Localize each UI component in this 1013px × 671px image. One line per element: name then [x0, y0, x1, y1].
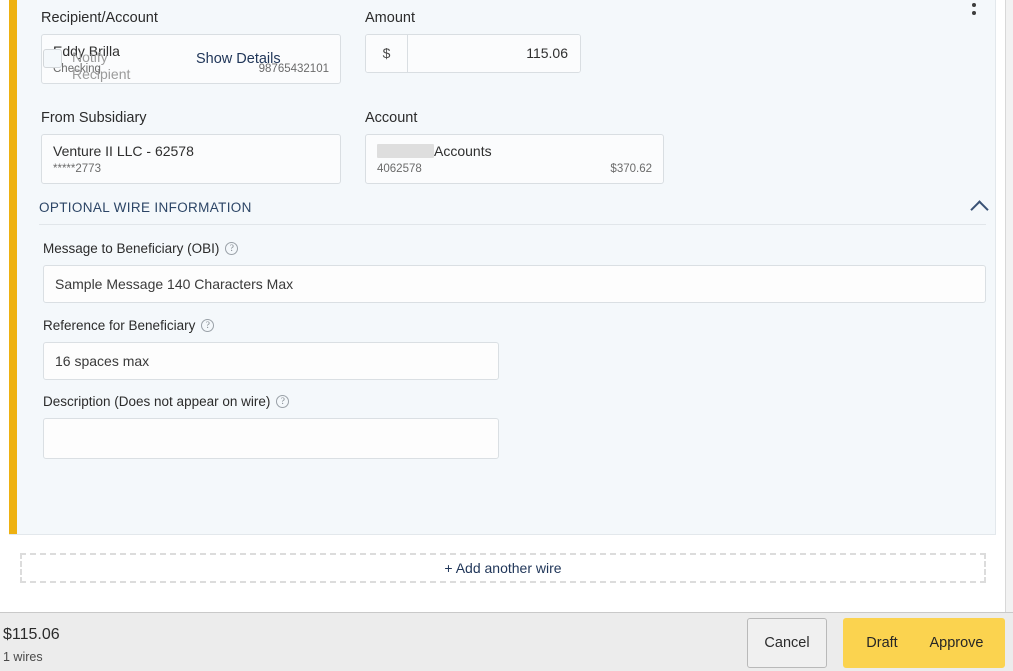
chevron-up-icon[interactable]	[970, 200, 989, 219]
account-field-group: Account Accounts 4062578 $370.62	[365, 110, 664, 184]
notify-recipient-label: Notify Recipient	[72, 49, 142, 83]
amount-input-group[interactable]: $ 115.06	[365, 33, 581, 73]
account-name: Accounts	[377, 142, 652, 161]
notify-label-line1: Notify	[72, 49, 108, 65]
show-details-link[interactable]: Show Details	[196, 51, 281, 67]
optional-wire-information-header[interactable]: OPTIONAL WIRE INFORMATION	[39, 199, 989, 219]
account-label: Account	[365, 110, 418, 126]
amount-label: Amount	[365, 10, 415, 26]
amount-field-group: Amount $ 115.06	[365, 10, 581, 73]
description-group: Description (Does not appear on wire) ?	[43, 394, 499, 459]
notify-label-line2: Recipient	[72, 66, 131, 83]
account-select[interactable]: Accounts 4062578 $370.62	[365, 133, 664, 184]
notify-recipient-group[interactable]: Notify Recipient	[43, 49, 142, 83]
reference-for-beneficiary-label-text: Reference for Beneficiary	[43, 318, 196, 333]
message-to-beneficiary-group: Message to Beneficiary (OBI) ? Sample Me…	[43, 241, 986, 303]
message-to-beneficiary-input[interactable]: Sample Message 140 Characters Max	[43, 265, 986, 303]
page-panel: Recipient/Account Eddy Brilla Checking 9…	[0, 0, 1006, 612]
wire-transfer-screen: Recipient/Account Eddy Brilla Checking 9…	[0, 0, 1013, 671]
from-subsidiary-field-group: From Subsidiary Venture II LLC - 62578 *…	[41, 110, 341, 184]
wire-entry-card: Recipient/Account Eddy Brilla Checking 9…	[9, 0, 996, 535]
recipient-label: Recipient/Account	[41, 10, 158, 26]
from-subsidiary-label: From Subsidiary	[41, 110, 147, 126]
reference-for-beneficiary-label: Reference for Beneficiary ?	[43, 318, 499, 333]
kebab-dot-3	[972, 11, 976, 15]
help-icon[interactable]: ?	[225, 242, 239, 255]
optional-wire-information-title: OPTIONAL WIRE INFORMATION	[39, 200, 252, 215]
notify-recipient-checkbox[interactable]	[43, 49, 62, 68]
account-name-suffix: Accounts	[434, 142, 492, 159]
account-balance: $370.62	[610, 162, 652, 175]
status-accent-bar	[9, 0, 17, 534]
from-subsidiary-name: Venture II LLC - 62578	[53, 142, 194, 159]
help-icon[interactable]: ?	[276, 395, 290, 408]
wire-card-content: Recipient/Account Eddy Brilla Checking 9…	[17, 0, 995, 534]
kebab-menu-icon[interactable]	[972, 0, 976, 15]
description-label-text: Description (Does not appear on wire)	[43, 394, 271, 409]
message-to-beneficiary-label: Message to Beneficiary (OBI) ?	[43, 241, 986, 256]
approve-button[interactable]: Approve	[908, 618, 1005, 668]
currency-symbol: $	[366, 34, 408, 72]
section-divider	[39, 224, 986, 225]
description-input[interactable]	[43, 418, 499, 459]
redaction-block	[377, 143, 434, 158]
kebab-dot-2	[972, 3, 976, 7]
account-number: 4062578	[377, 162, 422, 175]
reference-for-beneficiary-input[interactable]: 16 spaces max	[43, 342, 499, 380]
from-subsidiary-subline: *****2773	[53, 162, 329, 177]
cancel-button[interactable]: Cancel	[747, 618, 827, 668]
description-label: Description (Does not appear on wire) ?	[43, 394, 499, 409]
message-to-beneficiary-label-text: Message to Beneficiary (OBI)	[43, 241, 220, 256]
account-subline: 4062578 $370.62	[377, 162, 652, 177]
amount-input[interactable]: 115.06	[408, 34, 580, 72]
footer-wire-count: 1 wires	[3, 650, 43, 664]
from-subsidiary-select[interactable]: Venture II LLC - 62578 *****2773	[41, 133, 341, 184]
help-icon[interactable]: ?	[201, 319, 215, 332]
from-subsidiary-masked-account: *****2773	[53, 162, 101, 175]
footer-total-amount: $115.06	[3, 626, 60, 643]
reference-for-beneficiary-group: Reference for Beneficiary ? 16 spaces ma…	[43, 318, 499, 380]
add-another-wire-button[interactable]: + Add another wire	[20, 553, 986, 583]
